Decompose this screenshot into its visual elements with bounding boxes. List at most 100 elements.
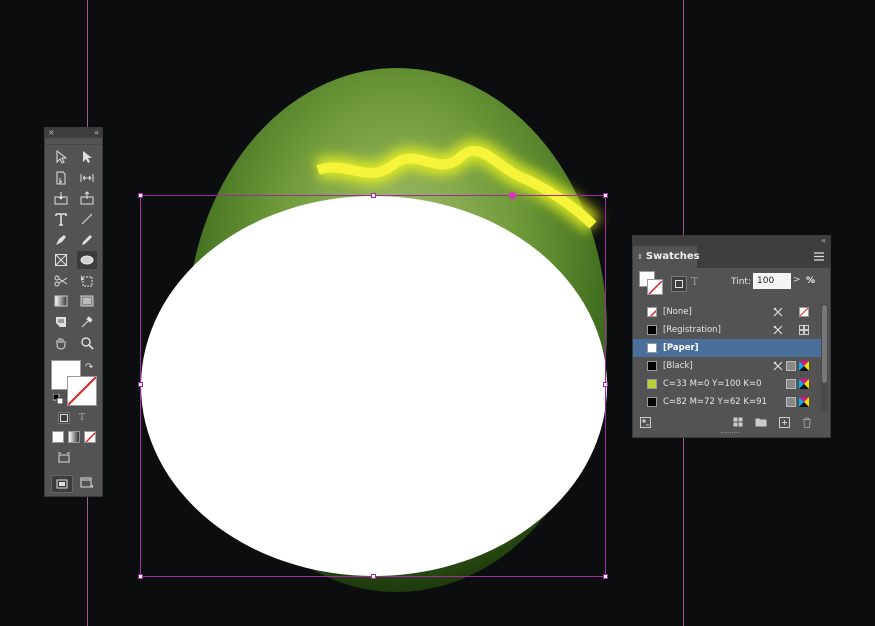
swatch-chip bbox=[647, 343, 657, 353]
handle-bottom-right[interactable] bbox=[603, 574, 608, 579]
page-icon bbox=[56, 171, 66, 185]
panel-resize-grip[interactable] bbox=[721, 432, 739, 436]
note-icon bbox=[56, 317, 66, 328]
apply-gradient-button[interactable] bbox=[68, 431, 80, 443]
hand-tool[interactable] bbox=[51, 334, 71, 352]
free-transform-icon bbox=[81, 274, 93, 287]
panel-menu-icon[interactable] bbox=[814, 252, 824, 261]
content-collector-icon bbox=[54, 192, 68, 205]
pen-icon bbox=[56, 234, 66, 245]
view-mode-button[interactable] bbox=[54, 450, 74, 466]
type-tool[interactable] bbox=[51, 210, 71, 228]
zoom-icon bbox=[81, 336, 94, 350]
note-tool[interactable] bbox=[51, 313, 71, 331]
formatting-affects-container-button[interactable] bbox=[58, 412, 70, 424]
ellipse-tool[interactable] bbox=[77, 251, 97, 270]
default-fill-stroke-icon[interactable] bbox=[53, 394, 63, 404]
formatting-affects-text-button[interactable]: T bbox=[76, 412, 88, 424]
pencil-tool[interactable] bbox=[77, 231, 97, 249]
swatches-toolbar: T Tint: > % bbox=[633, 268, 830, 298]
none-slash-icon bbox=[68, 377, 96, 405]
swatches-titlebar[interactable]: « bbox=[633, 236, 830, 246]
registration-type-icon bbox=[799, 325, 809, 335]
swatch-name: C=82 M=72 Y=62 K=91 bbox=[663, 397, 767, 407]
line-icon bbox=[81, 213, 93, 225]
none-swatch-type-icon bbox=[799, 307, 809, 317]
pencil-icon bbox=[82, 234, 92, 245]
preview-screen-mode-button[interactable] bbox=[77, 475, 97, 491]
collapse-icon[interactable]: « bbox=[821, 236, 826, 246]
apply-color-button[interactable] bbox=[52, 431, 64, 443]
gradient-swatch-icon bbox=[54, 295, 68, 307]
view-mode-icon bbox=[58, 452, 70, 463]
selection-arrow-icon bbox=[56, 150, 68, 164]
screen-preview-icon bbox=[80, 477, 93, 488]
swatch-row-none[interactable]: [None] bbox=[633, 303, 821, 321]
swap-fill-stroke-icon[interactable]: ↷ bbox=[85, 362, 93, 373]
cannot-edit-icon bbox=[773, 361, 783, 371]
handle-top-right[interactable] bbox=[603, 193, 608, 198]
scissors-tool[interactable] bbox=[51, 272, 71, 290]
rectangle-frame-tool[interactable] bbox=[51, 251, 71, 269]
swatch-row-c82-m72-y62-k91[interactable]: C=82 M=72 Y=62 K=91 bbox=[633, 393, 821, 411]
selection-tool[interactable] bbox=[51, 148, 71, 166]
normal-screen-mode-button[interactable] bbox=[51, 475, 73, 493]
handle-middle-right[interactable] bbox=[603, 382, 608, 387]
apply-none-button[interactable] bbox=[84, 431, 96, 443]
zoom-tool[interactable] bbox=[77, 334, 97, 352]
text-format-button[interactable]: T bbox=[691, 275, 698, 288]
tint-slider-arrow[interactable]: > bbox=[793, 275, 801, 285]
gradient-swatch-tool[interactable] bbox=[51, 292, 71, 310]
collapse-icon[interactable]: « bbox=[94, 128, 99, 138]
content-grabber[interactable] bbox=[509, 192, 516, 199]
swatch-list: [None] [Registration] [Paper] [Black] C=… bbox=[633, 303, 821, 411]
handle-bottom-center[interactable] bbox=[371, 574, 376, 579]
swatch-views-icon bbox=[639, 416, 651, 428]
swatch-chip bbox=[647, 361, 657, 371]
selection-bounding-box[interactable] bbox=[140, 195, 606, 577]
line-tool[interactable] bbox=[77, 210, 97, 228]
content-placer-tool[interactable] bbox=[77, 189, 97, 207]
screen-mode-icon bbox=[56, 479, 68, 489]
swatches-panel: « ⇕Swatches T Tint: > % [None] bbox=[632, 235, 831, 438]
handle-top-left[interactable] bbox=[138, 193, 143, 198]
show-all-swatches-button[interactable] bbox=[639, 416, 651, 428]
stroke-swatch[interactable] bbox=[67, 376, 97, 406]
pen-tool[interactable] bbox=[51, 231, 71, 249]
new-swatch-button[interactable] bbox=[778, 416, 790, 428]
delete-swatch-button[interactable] bbox=[801, 416, 813, 428]
scrollbar-thumb[interactable] bbox=[822, 305, 827, 383]
direct-selection-tool[interactable] bbox=[77, 148, 97, 166]
swatch-row-c33-m0-y100-k0[interactable]: C=33 M=0 Y=100 K=0 bbox=[633, 375, 821, 393]
page-tool[interactable] bbox=[51, 169, 71, 187]
container-icon bbox=[675, 280, 683, 288]
handle-bottom-left[interactable] bbox=[138, 574, 143, 579]
tools-titlebar[interactable]: × « bbox=[45, 128, 102, 138]
swatch-row-paper[interactable]: [Paper] bbox=[633, 339, 821, 357]
content-collector-tool[interactable] bbox=[51, 189, 71, 207]
swatch-chip bbox=[647, 325, 657, 335]
swatches-fill-stroke-proxy bbox=[639, 271, 663, 295]
tools-panel: × « ↷ T bbox=[44, 127, 103, 497]
gap-tool[interactable] bbox=[77, 169, 97, 187]
tint-input[interactable] bbox=[753, 273, 791, 289]
container-format-button[interactable] bbox=[671, 276, 687, 292]
swatch-list-scrollbar[interactable] bbox=[821, 303, 828, 411]
swatch-row-registration[interactable]: [Registration] bbox=[633, 321, 821, 339]
handle-middle-left[interactable] bbox=[138, 382, 143, 387]
eyedropper-tool[interactable] bbox=[77, 313, 97, 331]
new-folder-button[interactable] bbox=[755, 416, 767, 428]
handle-top-center[interactable] bbox=[371, 193, 376, 198]
apply-row bbox=[52, 431, 96, 443]
gradient-feather-tool[interactable] bbox=[77, 292, 97, 310]
swatch-row-black[interactable]: [Black] bbox=[633, 357, 821, 375]
swatches-stroke-swatch[interactable] bbox=[647, 279, 663, 295]
panel-grip[interactable] bbox=[45, 138, 102, 145]
container-icon bbox=[60, 414, 68, 422]
eyedropper-icon bbox=[81, 316, 93, 328]
close-icon[interactable]: × bbox=[48, 128, 55, 138]
none-slash-icon bbox=[649, 309, 656, 316]
tab-swatches[interactable]: ⇕ Swatches bbox=[633, 246, 700, 268]
new-color-group-button[interactable] bbox=[733, 416, 745, 428]
free-transform-tool[interactable] bbox=[77, 272, 97, 290]
